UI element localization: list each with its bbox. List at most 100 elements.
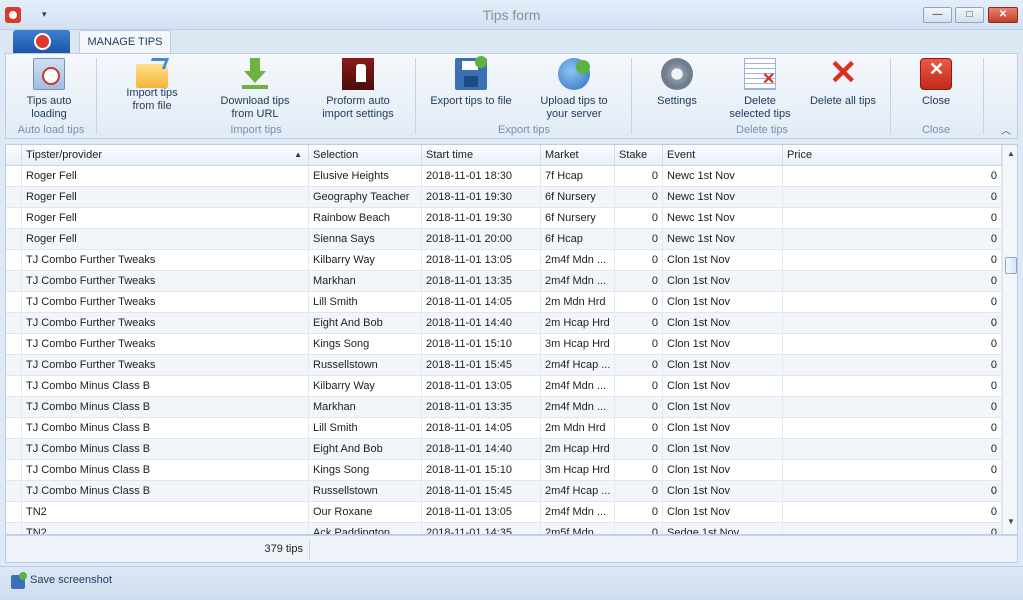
row-indicator[interactable] — [6, 355, 22, 376]
cell-price[interactable]: 0 — [783, 355, 1002, 376]
cell-price[interactable]: 0 — [783, 250, 1002, 271]
cell-start-time[interactable]: 2018-11-01 14:40 — [422, 439, 541, 460]
table-row[interactable]: TJ Combo Minus Class B Lill Smith 2018-11-… — [6, 418, 1002, 439]
column-header-tipster[interactable]: Tipster/provider ▲ — [22, 145, 309, 166]
cell-price[interactable]: 0 — [783, 460, 1002, 481]
table-row[interactable]: TJ Combo Further Tweaks Eight And Bob 2018… — [6, 313, 1002, 334]
table-row[interactable]: Roger Fell Rainbow Beach 2018-11-01 19:30 6… — [6, 208, 1002, 229]
cell-stake[interactable]: 0 — [615, 460, 663, 481]
cell-price[interactable]: 0 — [783, 523, 1002, 534]
cell-start-time[interactable]: 2018-11-01 13:05 — [422, 376, 541, 397]
cell-event[interactable]: Clon 1st Nov — [663, 418, 783, 439]
cell-selection[interactable]: Lill Smith — [309, 418, 422, 439]
cell-tipster[interactable]: TJ Combo Further Tweaks — [22, 271, 309, 292]
cell-event[interactable]: Clon 1st Nov — [663, 250, 783, 271]
delete-all-button[interactable]: Delete all tips — [806, 54, 880, 108]
import-from-file-button[interactable]: Import tips from file — [116, 58, 188, 113]
cell-market[interactable]: 2m4f Hcap ... — [541, 355, 615, 376]
export-to-file-button[interactable]: Export tips to file — [426, 56, 516, 108]
cell-market[interactable]: 2m4f Hcap ... — [541, 481, 615, 502]
cell-selection[interactable]: Eight And Bob — [309, 439, 422, 460]
minimize-button[interactable]: — — [923, 7, 952, 23]
cell-stake[interactable]: 0 — [615, 229, 663, 250]
cell-market[interactable]: 7f Hcap — [541, 166, 615, 187]
cell-start-time[interactable]: 2018-11-01 18:30 — [422, 166, 541, 187]
cell-price[interactable]: 0 — [783, 229, 1002, 250]
vertical-scrollbar[interactable]: ▲ ▼ — [1002, 145, 1017, 534]
cell-stake[interactable]: 0 — [615, 166, 663, 187]
cell-selection[interactable]: Kilbarry Way — [309, 376, 422, 397]
cell-market[interactable]: 3m Hcap Hrd — [541, 460, 615, 481]
save-screenshot-link[interactable]: Save screenshot — [30, 574, 112, 586]
cell-price[interactable]: 0 — [783, 502, 1002, 523]
cell-market[interactable]: 2m5f Mdn ... — [541, 523, 615, 534]
row-indicator[interactable] — [6, 250, 22, 271]
cell-tipster[interactable]: TJ Combo Further Tweaks — [22, 292, 309, 313]
column-header-start-time[interactable]: Start time — [422, 145, 541, 166]
application-menu-button[interactable] — [13, 30, 70, 53]
cell-price[interactable]: 0 — [783, 439, 1002, 460]
cell-start-time[interactable]: 2018-11-01 13:05 — [422, 250, 541, 271]
table-row[interactable]: TN2 Our Roxane 2018-11-01 13:05 2m4f Mdn ..… — [6, 502, 1002, 523]
cell-tipster[interactable]: TJ Combo Further Tweaks — [22, 334, 309, 355]
column-header-selection[interactable]: Selection — [309, 145, 422, 166]
cell-price[interactable]: 0 — [783, 481, 1002, 502]
table-row[interactable]: Roger Fell Sienna Says 2018-11-01 20:00 6f … — [6, 229, 1002, 250]
cell-event[interactable]: Newc 1st Nov — [663, 187, 783, 208]
scroll-up-icon[interactable]: ▲ — [1007, 149, 1015, 158]
cell-selection[interactable]: Russellstown — [309, 355, 422, 376]
row-indicator[interactable] — [6, 481, 22, 502]
cell-market[interactable]: 2m Mdn Hrd — [541, 418, 615, 439]
cell-start-time[interactable]: 2018-11-01 20:00 — [422, 229, 541, 250]
row-indicator[interactable] — [6, 397, 22, 418]
row-indicator[interactable] — [6, 187, 22, 208]
cell-tipster[interactable]: TJ Combo Minus Class B — [22, 397, 309, 418]
row-indicator[interactable] — [6, 166, 22, 187]
column-header-price[interactable]: Price — [783, 145, 1002, 166]
cell-selection[interactable]: Sienna Says — [309, 229, 422, 250]
cell-price[interactable]: 0 — [783, 397, 1002, 418]
cell-start-time[interactable]: 2018-11-01 15:45 — [422, 355, 541, 376]
cell-selection[interactable]: Markhan — [309, 397, 422, 418]
row-indicator[interactable] — [6, 292, 22, 313]
settings-button[interactable]: Settings — [651, 58, 703, 108]
table-row[interactable]: TJ Combo Minus Class B Eight And Bob 2018-… — [6, 439, 1002, 460]
table-row[interactable]: TJ Combo Minus Class B Russellstown 2018-1… — [6, 481, 1002, 502]
collapse-ribbon-icon[interactable]: ︿ — [1001, 122, 1011, 137]
cell-stake[interactable]: 0 — [615, 502, 663, 523]
cell-price[interactable]: 0 — [783, 334, 1002, 355]
cell-selection[interactable]: Eight And Bob — [309, 313, 422, 334]
cell-market[interactable]: 2m4f Mdn ... — [541, 271, 615, 292]
row-indicator[interactable] — [6, 460, 22, 481]
table-row[interactable]: TJ Combo Minus Class B Markhan 2018-11-01 … — [6, 397, 1002, 418]
cell-price[interactable]: 0 — [783, 292, 1002, 313]
cell-event[interactable]: Clon 1st Nov — [663, 292, 783, 313]
cell-selection[interactable]: Russellstown — [309, 481, 422, 502]
cell-tipster[interactable]: TJ Combo Further Tweaks — [22, 355, 309, 376]
cell-market[interactable]: 2m4f Mdn ... — [541, 397, 615, 418]
cell-event[interactable]: Newc 1st Nov — [663, 166, 783, 187]
cell-market[interactable]: 6f Hcap — [541, 229, 615, 250]
cell-tipster[interactable]: TJ Combo Minus Class B — [22, 376, 309, 397]
cell-stake[interactable]: 0 — [615, 376, 663, 397]
cell-start-time[interactable]: 2018-11-01 14:05 — [422, 292, 541, 313]
cell-price[interactable]: 0 — [783, 187, 1002, 208]
cell-selection[interactable]: Kilbarry Way — [309, 250, 422, 271]
cell-start-time[interactable]: 2018-11-01 19:30 — [422, 187, 541, 208]
cell-event[interactable]: Clon 1st Nov — [663, 439, 783, 460]
row-indicator[interactable] — [6, 523, 22, 534]
cell-event[interactable]: Clon 1st Nov — [663, 334, 783, 355]
cell-market[interactable]: 2m Hcap Hrd — [541, 439, 615, 460]
cell-selection[interactable]: Markhan — [309, 271, 422, 292]
cell-stake[interactable]: 0 — [615, 208, 663, 229]
cell-tipster[interactable]: TN2 — [22, 502, 309, 523]
cell-selection[interactable]: Kings Song — [309, 334, 422, 355]
cell-market[interactable]: 6f Nursery — [541, 208, 615, 229]
upload-to-server-button[interactable]: Upload tips to your server — [534, 58, 614, 121]
row-indicator[interactable] — [6, 229, 22, 250]
cell-stake[interactable]: 0 — [615, 292, 663, 313]
cell-selection[interactable]: Kings Song — [309, 460, 422, 481]
cell-market[interactable]: 2m Hcap Hrd — [541, 313, 615, 334]
cell-stake[interactable]: 0 — [615, 439, 663, 460]
cell-tipster[interactable]: Roger Fell — [22, 187, 309, 208]
